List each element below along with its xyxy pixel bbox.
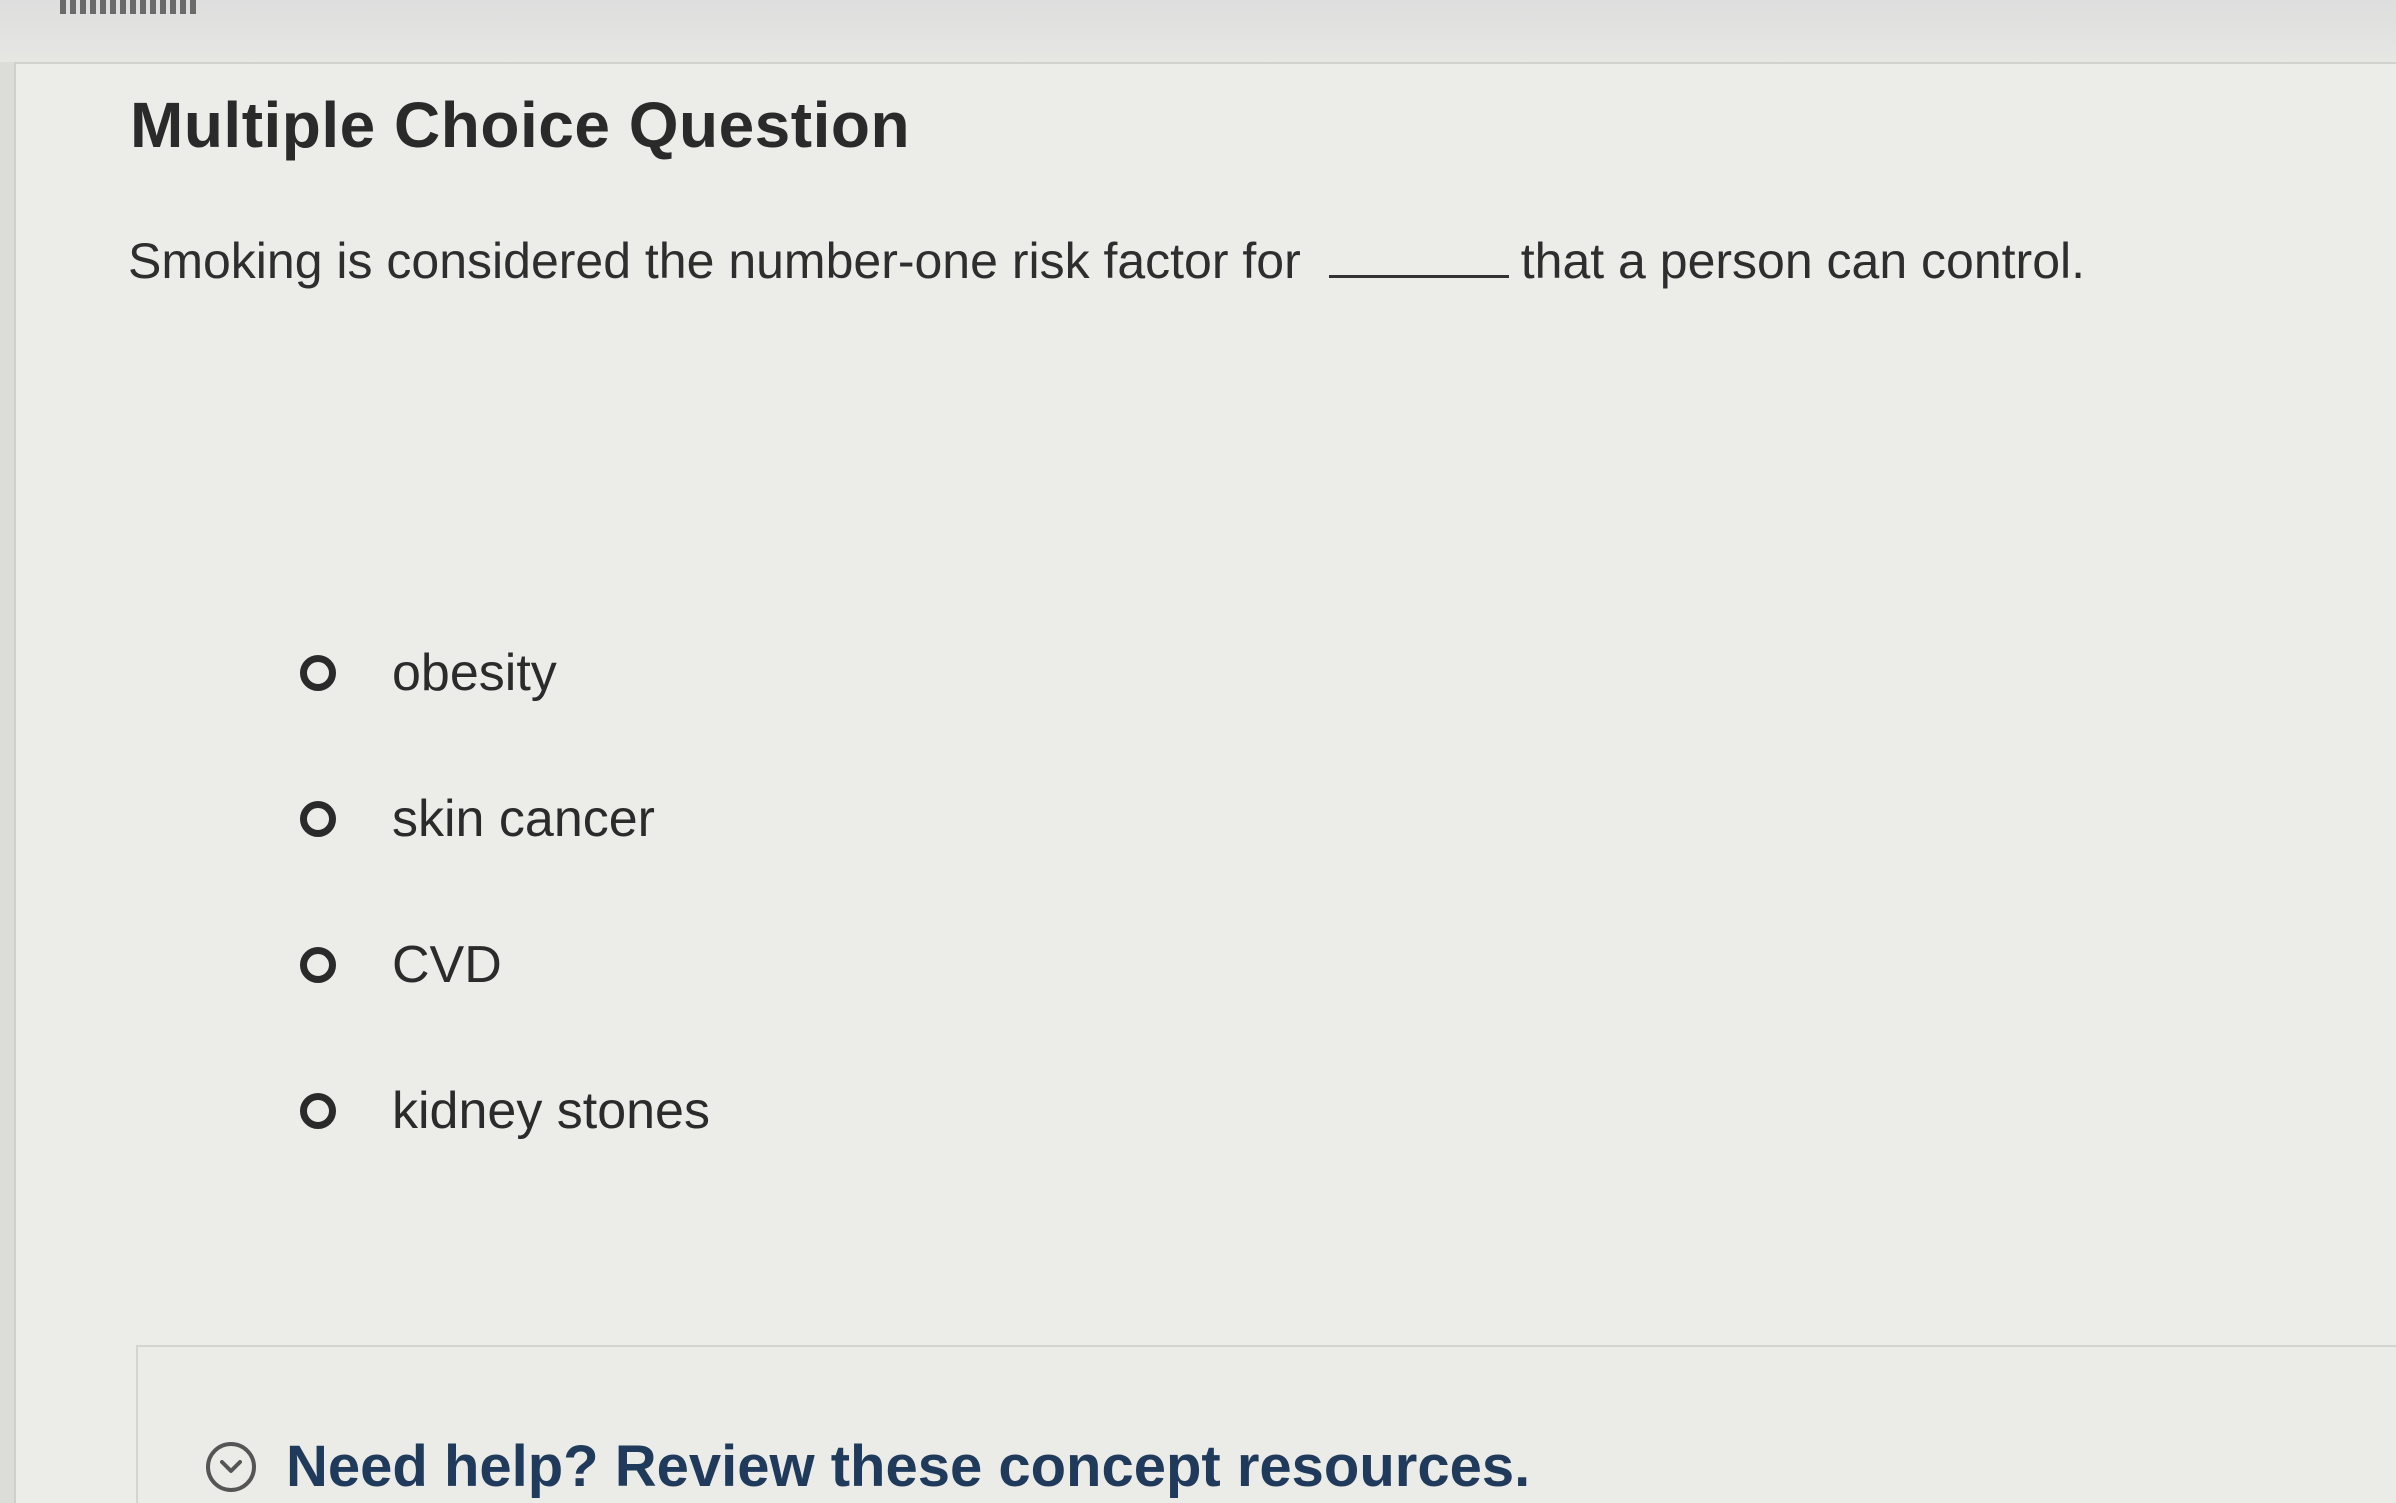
choice-option-skin-cancer[interactable]: skin cancer — [300, 746, 710, 892]
choice-option-obesity[interactable]: obesity — [300, 600, 710, 746]
choice-option-cvd[interactable]: CVD — [300, 892, 710, 1038]
concept-resources-link[interactable]: Need help? Review these concept resource… — [286, 1433, 1530, 1500]
left-edge — [0, 62, 16, 1503]
fill-in-blank — [1328, 274, 1509, 278]
choice-label: obesity — [392, 644, 557, 702]
choice-list: obesity skin cancer CVD kidney stones — [300, 600, 710, 1184]
choice-option-kidney-stones[interactable]: kidney stones — [300, 1038, 710, 1184]
chevron-down-icon[interactable] — [206, 1441, 256, 1492]
prompt-text-after: that a person can control. — [1520, 233, 2085, 289]
choice-label: skin cancer — [392, 790, 655, 848]
radio-button[interactable] — [300, 947, 336, 983]
prompt-text-before: Smoking is considered the number-one ris… — [128, 233, 1301, 289]
choice-label: kidney stones — [392, 1082, 710, 1140]
radio-button[interactable] — [300, 655, 336, 691]
help-toggle[interactable]: Need help? Review these concept resource… — [206, 1433, 1530, 1500]
choice-label: CVD — [392, 936, 502, 994]
top-bar — [0, 0, 2396, 64]
question-type-heading: Multiple Choice Question — [130, 89, 911, 161]
radio-button[interactable] — [300, 1093, 336, 1129]
radio-button[interactable] — [300, 801, 336, 837]
help-panel: Need help? Review these concept resource… — [136, 1345, 2396, 1503]
question-prompt: Smoking is considered the number-one ris… — [128, 232, 2085, 290]
top-bar-marks — [60, 0, 200, 14]
